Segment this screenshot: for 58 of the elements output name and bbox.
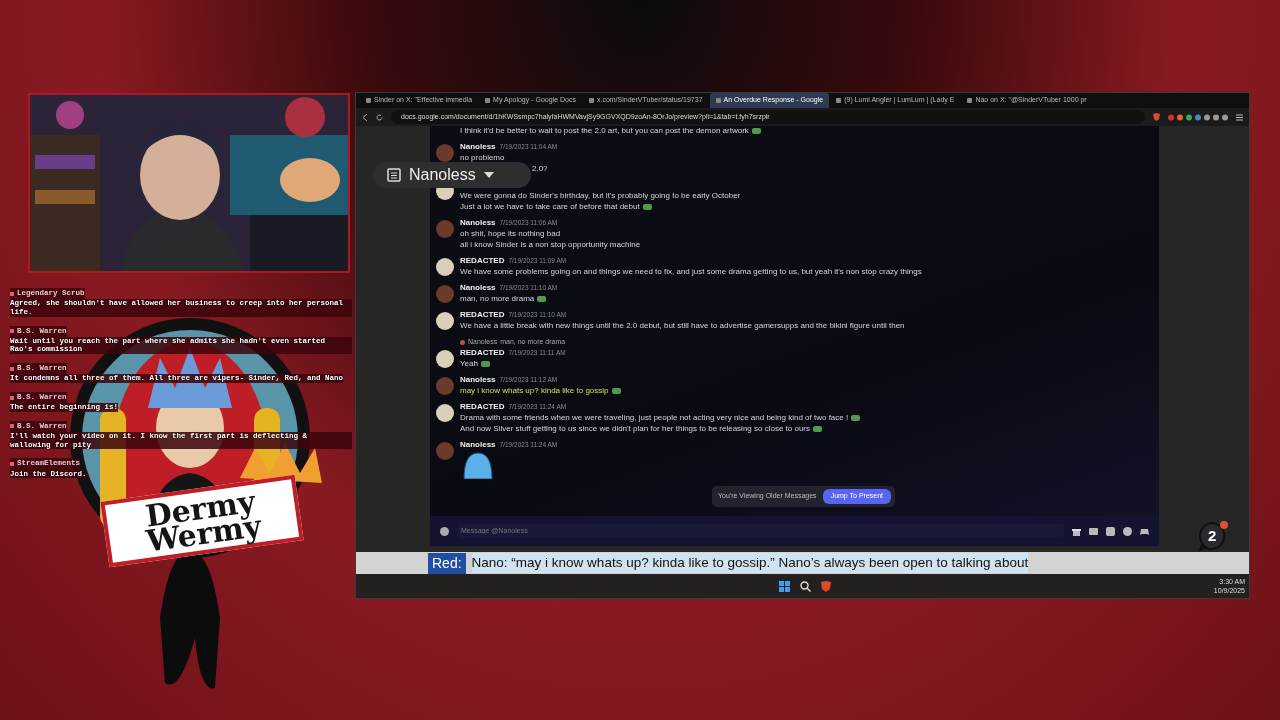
add-icon[interactable] — [440, 526, 449, 536]
message-text: oh shit, hope its nothing bad — [460, 229, 561, 239]
message-text: Yeah — [460, 358, 478, 369]
tab-favicon-icon — [366, 98, 371, 103]
message-author: REDACTED — [460, 401, 505, 412]
shield-icon[interactable] — [1153, 113, 1160, 121]
message-author: REDACTED — [460, 256, 505, 266]
message-author: Nanoless — [460, 439, 496, 450]
message-text: I think it'd be better to wait to post the 2.0 art, but you can post the demon artwork — [460, 126, 749, 136]
message-author: REDACTED — [460, 310, 505, 320]
bullet-icon — [10, 461, 14, 466]
tab-favicon-icon — [967, 98, 973, 103]
notification-badge-icon — [1198, 521, 1228, 551]
reload-icon[interactable] — [376, 113, 383, 121]
message-text: We have a little break with new things until the 2.0 debut, but still have to advertise gamersupps and the bikini figure until then — [460, 321, 905, 331]
bullet-icon — [10, 366, 14, 371]
message-text: may i know whats up? kinda like to gossip — [460, 385, 609, 396]
outline-button[interactable]: Nanoless — [373, 162, 531, 188]
message-text: no problemo — [460, 153, 505, 163]
sticker-icon[interactable] — [1106, 526, 1115, 536]
document-icon — [387, 168, 401, 182]
message-author: Nanoless — [460, 142, 496, 152]
caret-icon[interactable] — [483, 172, 494, 178]
gamepad-icon[interactable] — [1140, 526, 1149, 536]
avatar-icon — [460, 339, 465, 345]
bullet-icon — [10, 291, 14, 296]
menu-icon[interactable] — [1236, 113, 1243, 121]
message-author: REDACTED — [460, 347, 505, 358]
message-text: Just a lot we have to take care of before that debut — [460, 202, 640, 212]
message-text: man, no more drama — [460, 294, 535, 304]
bullet-icon — [10, 329, 14, 334]
tab-favicon-icon — [715, 98, 721, 103]
message-text: all i know Sinder is a non stop opportunity machine — [460, 240, 641, 250]
message-text: And now Silver stuff getting to us since we didn't plan for her things to be releasing so close to ours — [460, 423, 811, 434]
message-text: 2.0? — [532, 164, 548, 174]
bullet-icon — [10, 395, 14, 400]
tab-favicon-icon — [588, 98, 594, 103]
message-text: Drama with some friends when we were traveling, just people not acting very nice and being kind of two face ! — [460, 412, 849, 423]
notification-count: 2 — [1208, 526, 1217, 546]
caption-text: Nano: “may i know whats up? kinda like to gossip.” Nano’s always been open to talking about — [471, 552, 1029, 574]
message-author: Nanoless — [460, 283, 496, 293]
message-text: We were gonna do Sinder's birthday, but it's probably going to be early October — [460, 191, 741, 201]
tab-favicon-icon — [485, 98, 491, 103]
extensions-icon[interactable] — [1168, 113, 1228, 121]
gif-icon[interactable] — [1089, 526, 1098, 536]
outline-title: Nanoless — [409, 165, 476, 185]
gift-icon[interactable] — [1072, 526, 1081, 536]
emoji-icon[interactable] — [1123, 526, 1132, 536]
tab-favicon-icon — [836, 98, 842, 103]
speaker-label: Red: — [428, 552, 466, 574]
shield-icon[interactable] — [820, 580, 831, 592]
back-icon[interactable] — [362, 113, 368, 121]
message-author: Nanoless — [460, 218, 496, 228]
bullet-icon — [10, 424, 14, 429]
message-author: Nanoless — [460, 374, 496, 385]
message-text: We have some problems going on and things we need to fix, and just some drama getting to us, but yeah it's non stop crazy things — [460, 267, 922, 277]
search-icon[interactable] — [799, 580, 811, 592]
windows-icon[interactable] — [778, 580, 790, 592]
